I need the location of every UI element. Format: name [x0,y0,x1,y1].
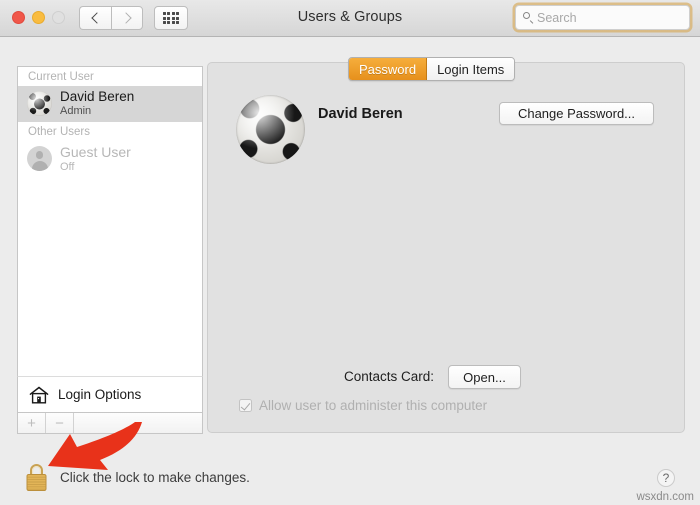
sidebar-item-guest-user[interactable]: Guest User Off [18,141,202,177]
lock-hint-text: Click the lock to make changes. [60,470,250,485]
user-name: Guest User [60,143,131,160]
contacts-card-label: Contacts Card: [344,369,435,384]
watermark: wsxdn.com [636,491,694,503]
admin-checkbox-row: Allow user to administer this computer [239,398,487,413]
window-titlebar: Users & Groups Search [0,0,700,37]
user-status: Off [60,160,75,173]
sidebar-item-david-beren[interactable]: David Beren Admin [18,86,202,122]
checkmark-icon [240,400,251,411]
users-and-groups-window: Users & Groups Search Current User David… [0,0,700,505]
group-header-other-users: Other Users [28,126,90,138]
user-role: Admin [60,105,92,118]
profile-name: David Beren [318,106,403,122]
allow-admin-checkbox [239,399,252,412]
tab-password[interactable]: Password [349,58,428,80]
search-icon [523,12,534,23]
group-header-current-user: Current User [28,71,94,83]
person-silhouette-avatar [27,146,52,171]
help-button[interactable]: ? [657,469,675,487]
tab-login-items[interactable]: Login Items [427,58,515,80]
user-info: Guest User Off [60,144,131,174]
user-info: David Beren Admin [60,89,134,118]
allow-admin-label: Allow user to administer this computer [259,398,488,413]
user-list-sidebar[interactable]: Current User David Beren Admin Other Use… [17,66,203,376]
profile-avatar[interactable] [236,95,305,164]
search-placeholder: Search [537,10,577,25]
remove-user-button: − [46,413,74,433]
house-icon [29,386,49,403]
tab-bar: Password Login Items [348,57,516,81]
open-contacts-card-button[interactable]: Open... [448,365,521,389]
change-password-button[interactable]: Change Password... [499,102,654,125]
closed-padlock-icon[interactable] [24,461,49,492]
login-options-button[interactable]: Login Options [17,376,203,412]
soccer-ball-avatar [27,91,52,116]
search-field[interactable]: Search [515,5,690,30]
user-list-toolbar: + − [17,412,203,434]
login-options-label: Login Options [58,387,142,402]
user-name: David Beren [60,88,135,104]
add-user-button: + [18,413,46,433]
